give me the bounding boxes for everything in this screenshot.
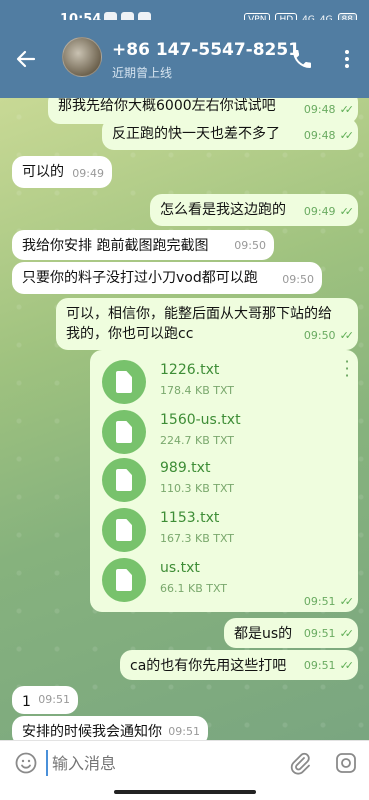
file-size: 167.3 KB TXT — [160, 532, 235, 545]
message-time: 09:49 — [72, 167, 104, 180]
message-time: 09:50 — [282, 273, 314, 286]
message-time: 09:51 — [168, 725, 200, 738]
message-text: 反正跑的快一天也差不多了 — [112, 126, 280, 142]
more-vertical-icon[interactable] — [335, 47, 359, 71]
message-time: 09:48 — [303, 103, 336, 116]
message-bubble[interactable]: 都是us的 09:51 ✓✓ — [224, 618, 358, 648]
file-item[interactable]: us.txt 66.1 KB TXT — [102, 558, 322, 606]
file-name: 1226.txt — [160, 362, 220, 378]
file-size: 66.1 KB TXT — [160, 582, 228, 595]
message-time: 09:49 — [303, 205, 336, 218]
phone-icon[interactable] — [290, 47, 314, 71]
avatar[interactable] — [62, 37, 102, 77]
message-text: 怎么看是我这边跑的 — [160, 202, 286, 218]
message-time: 09:51 — [38, 693, 70, 706]
message-time: 09:50 — [303, 329, 336, 342]
message-bubble[interactable]: 反正跑的快一天也差不多了 09:48 ✓✓ — [102, 118, 358, 150]
message-time: 09:51 — [303, 595, 336, 608]
file-item[interactable]: 989.txt 110.3 KB TXT — [102, 458, 322, 506]
camera-icon[interactable] — [334, 751, 358, 775]
message-text: 1 — [22, 694, 31, 710]
file-icon[interactable] — [102, 508, 146, 552]
file-item[interactable]: 1153.txt 167.3 KB TXT — [102, 508, 322, 556]
more-vertical-icon[interactable]: · · · — [342, 354, 352, 384]
paperclip-icon[interactable] — [288, 751, 312, 775]
message-time: 09:48 — [303, 129, 336, 142]
double-check-icon: ✓✓ — [339, 329, 355, 342]
message-text: 那我先给你大概6000左右你试试吧 — [58, 98, 276, 114]
file-size: 110.3 KB TXT — [160, 482, 235, 495]
double-check-icon: ✓✓ — [339, 205, 355, 218]
message-bubble[interactable]: 只要你的料子没打过小刀vod都可以跑 09:50 — [12, 262, 322, 294]
message-bubble[interactable]: 怎么看是我这边跑的 09:49 ✓✓ — [150, 194, 358, 226]
message-text: 都是us的 — [234, 626, 293, 642]
chat-area[interactable]: 那我先给你大概6000左右你试试吧 09:48 ✓✓ 反正跑的快一天也差不多了 0… — [0, 98, 369, 740]
message-bubble[interactable]: 可以的 09:49 — [12, 156, 112, 188]
message-bubble[interactable]: ca的也有你先用这些打吧 09:51 ✓✓ — [120, 650, 358, 680]
message-bubble[interactable]: 安排的时候我会通知你 09:51 — [12, 716, 208, 740]
message-text: 可以的 — [22, 164, 64, 180]
message-text-line1: 可以，相信你，能整后面从大哥那下站的给 — [66, 306, 332, 322]
message-text: 我给你安排 跑前截图跑完截图 — [22, 238, 209, 254]
message-text: 只要你的料子没打过小刀vod都可以跑 — [22, 270, 258, 286]
file-icon[interactable] — [102, 458, 146, 502]
chat-header: +86 147-5547-8251 近期曾上线 — [0, 20, 369, 98]
contact-title[interactable]: +86 147-5547-8251 — [112, 40, 300, 60]
file-icon[interactable] — [102, 558, 146, 602]
file-size: 224.7 KB TXT — [160, 434, 235, 447]
system-nav-bar — [0, 784, 369, 800]
message-text: 安排的时候我会通知你 — [22, 724, 162, 740]
message-input[interactable] — [46, 750, 246, 776]
arrow-left-icon[interactable] — [14, 47, 38, 71]
file-item[interactable]: 1226.txt 178.4 KB TXT — [102, 360, 322, 408]
double-check-icon: ✓✓ — [339, 659, 355, 672]
message-time: 09:51 — [303, 627, 336, 640]
double-check-icon: ✓✓ — [339, 595, 355, 608]
home-indicator[interactable] — [114, 790, 256, 794]
file-icon[interactable] — [102, 410, 146, 454]
file-name: 1153.txt — [160, 510, 220, 526]
message-composer — [0, 740, 369, 784]
file-size: 178.4 KB TXT — [160, 384, 235, 397]
message-bubble[interactable]: 可以，相信你，能整后面从大哥那下站的给 我的，你也可以跑cc 09:50 ✓✓ — [56, 298, 358, 350]
file-icon[interactable] — [102, 360, 146, 404]
double-check-icon: ✓✓ — [339, 627, 355, 640]
contact-status: 近期曾上线 — [112, 66, 173, 80]
message-text: ca的也有你先用这些打吧 — [130, 658, 287, 674]
double-check-icon: ✓✓ — [339, 103, 355, 116]
double-check-icon: ✓✓ — [339, 129, 355, 142]
message-time: 09:50 — [234, 239, 266, 252]
message-bubble[interactable]: 我给你安排 跑前截图跑完截图 09:50 — [12, 230, 274, 260]
message-bubble[interactable]: 1 09:51 — [12, 686, 78, 714]
message-time: 09:51 — [303, 659, 336, 672]
file-name: 1560-us.txt — [160, 412, 241, 428]
file-item[interactable]: 1560-us.txt 224.7 KB TXT — [102, 410, 322, 458]
file-attachments-card: · · · 1226.txt 178.4 KB TXT 1560-us.txt 22… — [90, 350, 358, 612]
emoji-icon[interactable] — [14, 751, 38, 775]
file-name: us.txt — [160, 560, 200, 576]
file-name: 989.txt — [160, 460, 211, 476]
